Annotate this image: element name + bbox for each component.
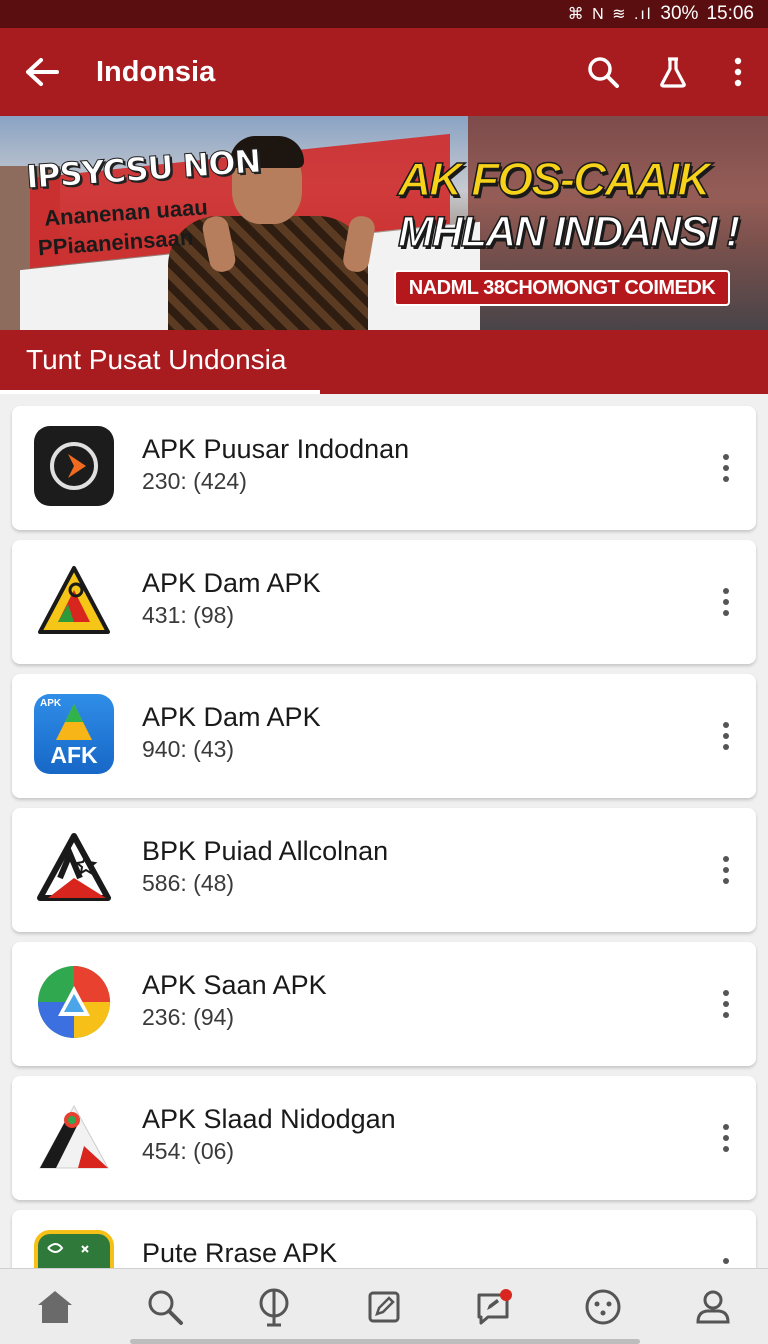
home-indicator[interactable]	[130, 1339, 640, 1344]
app-bar: Indonsia	[0, 28, 768, 116]
back-button[interactable]	[0, 28, 84, 116]
app-name: APK Dam APK	[142, 702, 321, 732]
status-bar: ⌘ N ≋ .ıl 30% 15:06	[0, 0, 768, 28]
tab-top-indonesia[interactable]: Tunt Pusat Undonsia	[26, 344, 286, 376]
more-vert-icon[interactable]	[714, 982, 738, 1026]
nav-home[interactable]	[20, 1272, 90, 1342]
page-title: Indonsia	[96, 55, 216, 88]
arrow-left-icon	[26, 58, 59, 86]
more-vert-icon[interactable]	[714, 446, 738, 490]
nav-messages[interactable]	[459, 1272, 529, 1342]
tab-indicator	[0, 390, 320, 394]
app-meta: 230: (424)	[142, 468, 247, 494]
home-icon	[37, 1290, 72, 1323]
more-vert-icon[interactable]	[714, 1116, 738, 1160]
banner-cta-button[interactable]: NADML 38CHOMONGT COIMEDK	[394, 270, 730, 306]
apk-badge-small: APK	[40, 698, 62, 709]
overflow-menu-button[interactable]	[708, 28, 768, 116]
apk-badge-big: AFK	[50, 742, 98, 768]
search-icon	[588, 57, 619, 88]
banner-person-body	[168, 216, 368, 330]
smiley-icon	[585, 1289, 621, 1324]
app-name: APK Saan APK	[142, 970, 327, 1000]
flask-icon	[660, 57, 686, 88]
banner-headline-1: AK FOS-CAAIK	[397, 152, 711, 206]
nav-explore[interactable]	[239, 1272, 309, 1342]
section-tab-bar: Tunt Pusat Undonsia	[0, 330, 768, 394]
app-icon-apk-blue: APK AFK	[34, 694, 114, 774]
more-vert-icon[interactable]	[714, 714, 738, 758]
profile-icon	[696, 1290, 730, 1323]
status-icons: ⌘ N ≋ .ıl	[567, 6, 653, 23]
banner-headline-2: MHLAN INDANSI !	[397, 207, 741, 257]
edit-icon	[368, 1291, 400, 1322]
search-icon	[148, 1290, 183, 1325]
app-icon-circle-triangle	[34, 962, 114, 1042]
nav-profile[interactable]	[678, 1272, 748, 1342]
app-meta: 431: (98)	[142, 602, 235, 628]
app-name: BPK Puiad Allcolnan	[142, 836, 389, 866]
app-meta: 940: (43)	[142, 736, 235, 762]
app-icon-slash-triangle	[34, 1096, 114, 1176]
list-item[interactable]: APK Puusar Indodnan 230: (424)	[12, 406, 756, 530]
clock: 15:06	[706, 3, 754, 24]
app-icon-play	[34, 426, 114, 506]
messages-icon	[477, 1288, 512, 1324]
app-name: Pute Rrase APK	[142, 1238, 338, 1268]
nav-search[interactable]	[130, 1272, 200, 1342]
more-vert-icon	[734, 57, 742, 87]
app-icon-a-star	[34, 828, 114, 908]
nav-social[interactable]	[568, 1272, 638, 1342]
search-button[interactable]	[568, 28, 638, 116]
more-vert-icon[interactable]	[714, 580, 738, 624]
app-meta: 454: (06)	[142, 1138, 235, 1164]
globe-icon	[259, 1288, 289, 1326]
app-icon-triangle-warning	[34, 560, 114, 640]
app-name: APK Puusar Indodnan	[142, 434, 410, 464]
list-item[interactable]: APK Saan APK 236: (94)	[12, 942, 756, 1066]
nav-edit[interactable]	[349, 1272, 419, 1342]
app-meta: 586: (48)	[142, 870, 235, 896]
list-item[interactable]: APK Slaad Nidodgan 454: (06)	[12, 1076, 756, 1200]
bottom-navigation	[0, 1268, 768, 1344]
app-name: APK Dam APK	[142, 568, 321, 598]
more-vert-icon[interactable]	[714, 848, 738, 892]
app-name: APK Slaad Nidodgan	[142, 1104, 396, 1134]
lab-button[interactable]	[638, 28, 708, 116]
list-item[interactable]: APK AFK APK Dam APK 940: (43)	[12, 674, 756, 798]
app-meta: 236: (94)	[142, 1004, 235, 1030]
list-item[interactable]: BPK Puiad Allcolnan 586: (48)	[12, 808, 756, 932]
list-item[interactable]: APK Dam APK 431: (98)	[12, 540, 756, 664]
battery-level: 30%	[660, 3, 699, 24]
